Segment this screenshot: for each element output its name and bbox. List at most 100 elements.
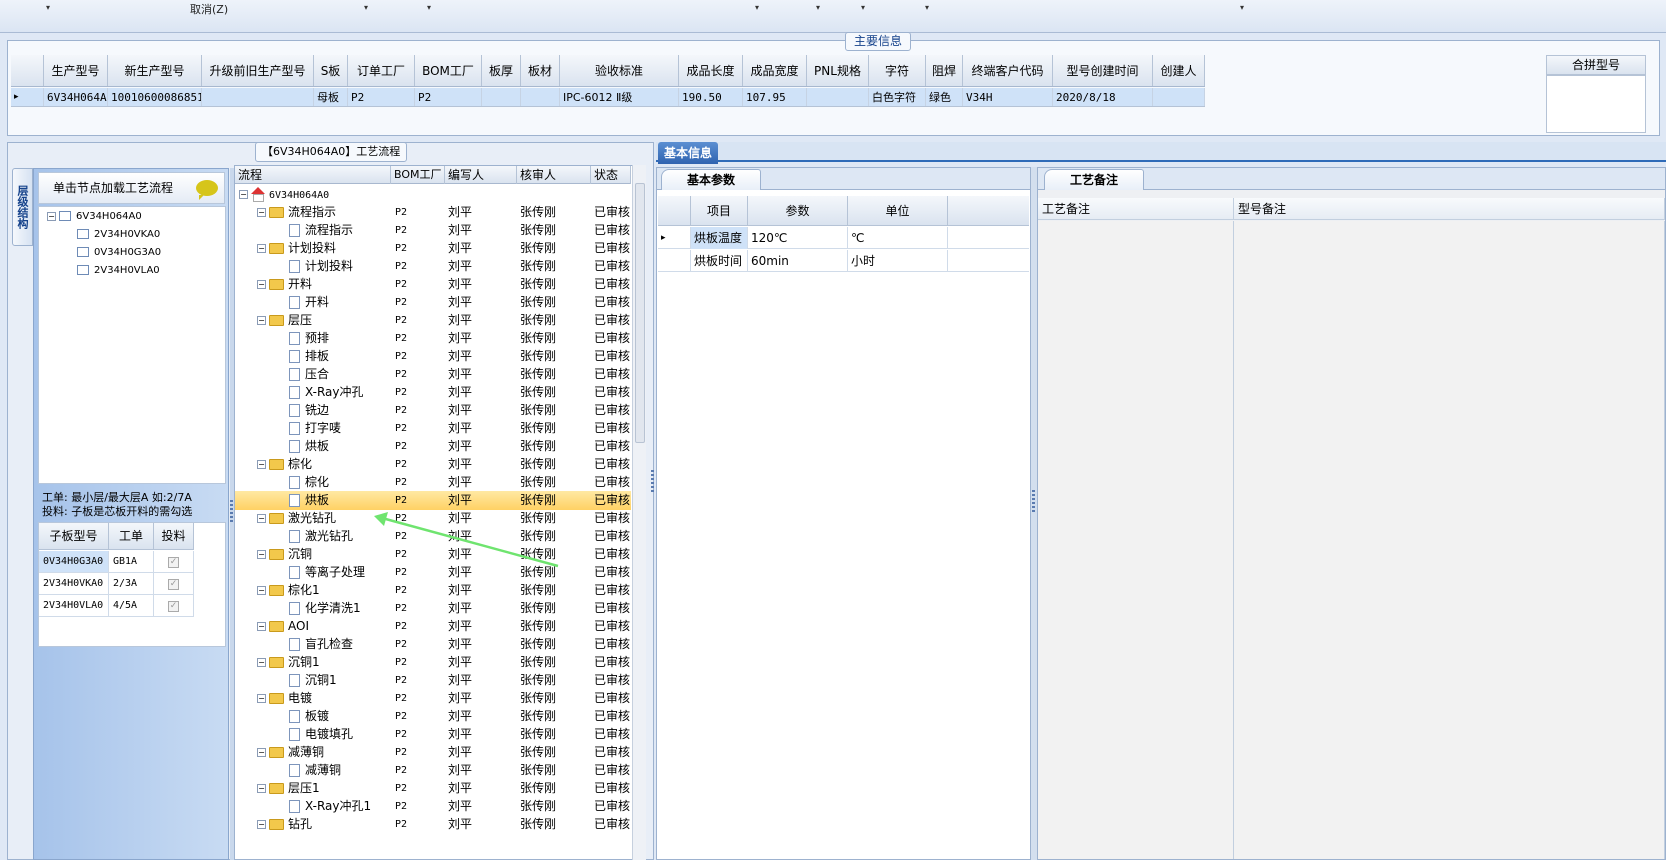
grid-cell[interactable]: 10010600086851 (108, 88, 202, 106)
col-header[interactable]: 终端客户代码 (963, 55, 1053, 86)
col-header[interactable]: 新生产型号 (108, 55, 202, 86)
status-cell[interactable]: 已审核 (594, 455, 631, 474)
grid-cell[interactable] (202, 88, 314, 106)
grid-cell[interactable]: 6V34H064A0 (44, 88, 108, 106)
process-name-cell[interactable]: − 流程指示 (257, 203, 336, 222)
table-row[interactable]: 流程指示 P2 刘平 张传刚 已审核 (235, 221, 631, 240)
writer-cell[interactable]: 刘平 (448, 275, 472, 294)
process-note-textarea[interactable] (1038, 221, 1234, 859)
param-unit-cell[interactable]: ℃ (848, 227, 948, 249)
status-cell[interactable]: 已审核 (594, 581, 631, 600)
table-row[interactable]: 压合 P2 刘平 张传刚 已审核 (235, 365, 631, 384)
bom-cell[interactable]: P2 (395, 419, 407, 438)
table-row[interactable]: − AOI P2 刘平 张传刚 已审核 (235, 617, 631, 636)
reviewer-cell[interactable]: 张传刚 (520, 617, 556, 636)
collapse-icon[interactable]: − (257, 820, 266, 829)
writer-cell[interactable]: 刘平 (448, 419, 472, 438)
col-header-order[interactable]: 工单 (109, 523, 154, 550)
dropdown-arrow-icon[interactable]: ▾ (364, 3, 368, 12)
collapse-icon[interactable]: − (257, 208, 266, 217)
col-header[interactable]: 验收标准 (560, 55, 679, 86)
status-cell[interactable]: 已审核 (594, 257, 631, 276)
col-header[interactable]: S板 (314, 55, 348, 86)
reviewer-cell[interactable]: 张传刚 (520, 275, 556, 294)
bom-cell[interactable]: P2 (395, 761, 407, 780)
reviewer-cell[interactable]: 张传刚 (520, 635, 556, 654)
param-unit-cell[interactable]: 小时 (848, 250, 948, 272)
collapse-icon[interactable]: − (257, 748, 266, 757)
writer-cell[interactable]: 刘平 (448, 581, 472, 600)
bom-cell[interactable]: P2 (395, 203, 407, 222)
bom-cell[interactable]: P2 (395, 293, 407, 312)
bom-cell[interactable]: P2 (395, 707, 407, 726)
process-name-cell[interactable]: 打字唛 (289, 419, 341, 438)
process-name-cell[interactable]: − 钻孔 (257, 815, 312, 834)
writer-cell[interactable]: 刘平 (448, 437, 472, 456)
sub-model-cell[interactable]: 2V34H0VKA0 (39, 573, 109, 595)
feed-checkbox[interactable]: ✓ (154, 551, 194, 573)
reviewer-cell[interactable]: 张传刚 (520, 437, 556, 456)
dropdown-arrow-icon[interactable]: ▾ (1240, 3, 1244, 12)
process-name-cell[interactable]: 烘板 (289, 437, 329, 456)
table-row[interactable]: 板镀 P2 刘平 张传刚 已审核 (235, 707, 631, 726)
reviewer-cell[interactable]: 张传刚 (520, 689, 556, 708)
reviewer-cell[interactable]: 张传刚 (520, 761, 556, 780)
grid-cell[interactable]: P2 (348, 88, 415, 106)
bom-cell[interactable]: P2 (395, 437, 407, 456)
col-header[interactable]: 阻焊 (926, 55, 963, 86)
status-cell[interactable]: 已审核 (594, 545, 631, 564)
bom-cell[interactable]: P2 (395, 455, 407, 474)
process-name-cell[interactable]: − 开料 (257, 275, 312, 294)
dropdown-arrow-icon[interactable]: ▾ (427, 3, 431, 12)
tab-basic-info[interactable]: 基本信息 (658, 142, 719, 164)
status-cell[interactable]: 已审核 (594, 779, 631, 798)
bom-cell[interactable]: P2 (395, 311, 407, 330)
bom-cell[interactable]: P2 (395, 743, 407, 762)
writer-cell[interactable]: 刘平 (448, 815, 472, 834)
writer-cell[interactable]: 刘平 (448, 779, 472, 798)
reviewer-cell[interactable]: 张传刚 (520, 365, 556, 384)
grid-cell[interactable] (1153, 88, 1205, 106)
status-cell[interactable]: 已审核 (594, 725, 631, 744)
status-cell[interactable]: 已审核 (594, 815, 631, 834)
writer-cell[interactable]: 刘平 (448, 473, 472, 492)
col-header[interactable]: 板厚 (482, 55, 521, 86)
process-name-cell[interactable]: 盲孔检查 (289, 635, 353, 654)
status-cell[interactable]: 已审核 (594, 293, 631, 312)
col-header[interactable]: 成品长度 (679, 55, 743, 86)
process-scrollbar[interactable] (632, 165, 646, 860)
writer-cell[interactable]: 刘平 (448, 347, 472, 366)
param-row[interactable]: 烘板时间 60min 小时 (658, 250, 1029, 272)
reviewer-cell[interactable]: 张传刚 (520, 401, 556, 420)
bom-cell[interactable]: P2 (395, 617, 407, 636)
grip-icon[interactable] (651, 470, 654, 494)
reviewer-cell[interactable]: 张传刚 (520, 329, 556, 348)
bom-cell[interactable]: P2 (395, 671, 407, 690)
grid-cell[interactable]: V34H (963, 88, 1053, 106)
writer-cell[interactable]: 刘平 (448, 383, 472, 402)
writer-cell[interactable]: 刘平 (448, 797, 472, 816)
writer-cell[interactable]: 刘平 (448, 311, 472, 330)
reviewer-cell[interactable]: 张传刚 (520, 779, 556, 798)
status-cell[interactable]: 已审核 (594, 383, 631, 402)
writer-cell[interactable]: 刘平 (448, 221, 472, 240)
process-name-cell[interactable]: 预排 (289, 329, 329, 348)
sub-model-cell[interactable]: 2V34H0VLA0 (39, 595, 109, 617)
sub-order-cell[interactable]: 2/3A (109, 573, 154, 595)
status-cell[interactable]: 已审核 (594, 635, 631, 654)
writer-cell[interactable]: 刘平 (448, 239, 472, 258)
reviewer-cell[interactable]: 张传刚 (520, 347, 556, 366)
process-name-cell[interactable]: − AOI (257, 617, 309, 636)
writer-cell[interactable]: 刘平 (448, 671, 472, 690)
hierarchy-tree[interactable]: −6V34H064A0 2V34H0VKA0 0V34H0G3A0 2V34H0… (38, 206, 226, 484)
grid-cell[interactable]: 2020/8/18 (1053, 88, 1153, 106)
col-header-item[interactable]: 项目 (691, 196, 748, 226)
collapse-icon[interactable]: − (239, 190, 248, 199)
collapse-icon[interactable]: − (257, 514, 266, 523)
process-name-cell[interactable]: X-Ray冲孔1 (289, 797, 371, 816)
grip-icon[interactable] (230, 500, 233, 524)
sub-order-cell[interactable]: 4/5A (109, 595, 154, 617)
table-row[interactable]: − 层压1 P2 刘平 张传刚 已审核 (235, 779, 631, 798)
process-name-cell[interactable]: 棕化 (289, 473, 329, 492)
col-header[interactable]: 字符 (869, 55, 926, 86)
